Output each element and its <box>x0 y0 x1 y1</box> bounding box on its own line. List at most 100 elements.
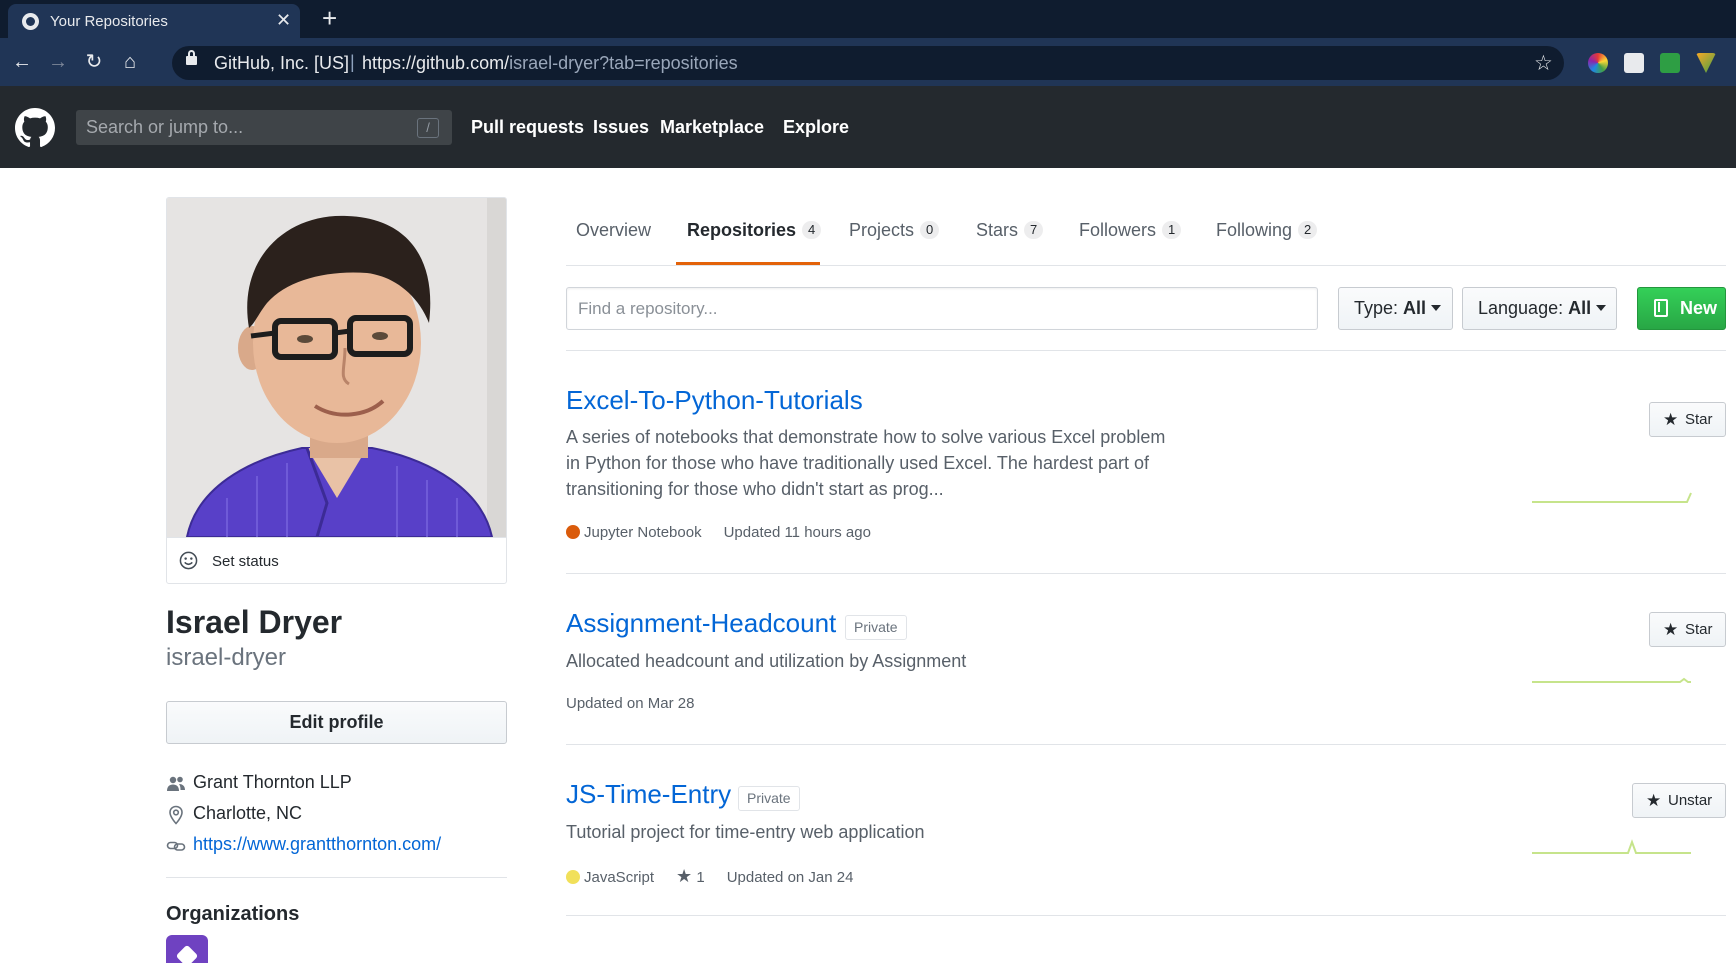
set-status-button[interactable]: Set status <box>167 537 506 583</box>
tab-projects[interactable]: Projects 0 <box>849 220 940 241</box>
activity-sparkline <box>1532 839 1691 854</box>
language-filter-prefix: Language: <box>1478 298 1564 318</box>
new-repository-button[interactable]: New <box>1637 287 1726 330</box>
tab-followers[interactable]: Followers 1 <box>1079 220 1182 241</box>
stars-count: 7 <box>1024 221 1044 239</box>
print-extension-icon[interactable] <box>1624 53 1644 73</box>
nav-issues[interactable]: Issues <box>593 117 649 138</box>
type-filter-prefix: Type: <box>1354 298 1399 318</box>
repo-name-link[interactable]: JS-Time-Entry <box>566 779 731 810</box>
set-status-label: Set status <box>212 553 279 570</box>
tab-followers-label: Followers <box>1079 220 1157 240</box>
website-link[interactable]: https://www.grantthornton.com/ <box>193 834 441 854</box>
company-text: Grant Thornton LLP <box>193 772 352 792</box>
star-icon: ★ <box>1663 620 1679 639</box>
new-tab-icon[interactable]: + <box>322 4 337 32</box>
private-badge: Private <box>738 786 800 811</box>
organizations-heading: Organizations <box>166 903 300 925</box>
followers-count: 1 <box>1162 221 1182 239</box>
repo-list-item: Assignment-Headcount Private Allocated h… <box>566 608 1726 745</box>
tab-following-label: Following <box>1216 220 1293 240</box>
github-header: / Pull requests Issues Marketplace Explo… <box>0 86 1736 168</box>
browser-tab-strip: Your Repositories ✕ + <box>0 0 1736 38</box>
address-bar[interactable]: GitHub, Inc. [US] | https://github.com/i… <box>172 46 1564 80</box>
repo-icon <box>1654 299 1668 317</box>
url-text[interactable]: https://github.com/israel-dryer?tab=repo… <box>362 53 738 74</box>
private-badge: Private <box>845 615 907 640</box>
tab-repositories[interactable]: Repositories 4 <box>687 220 822 241</box>
star-button-label: Star <box>1685 621 1713 638</box>
github-favicon-icon <box>22 13 39 30</box>
nav-explore[interactable]: Explore <box>783 117 849 138</box>
type-filter-select[interactable]: Type: All <box>1338 287 1453 330</box>
smiley-icon <box>179 551 198 570</box>
slash-shortcut-hint: / <box>417 118 439 138</box>
star-icon: ★ <box>676 866 693 886</box>
language-filter-select[interactable]: Language: All <box>1462 287 1617 330</box>
repo-meta: JavaScript ★ 1 Updated on Jan 24 <box>566 866 853 887</box>
color-picker-extension-icon[interactable] <box>1588 53 1608 73</box>
location-pin-icon <box>169 805 183 825</box>
repo-language: JavaScript <box>584 869 655 886</box>
url-host: https://github.com/ <box>362 53 510 73</box>
tab-following[interactable]: Following 2 <box>1216 220 1318 241</box>
search-input[interactable] <box>76 110 452 145</box>
close-tab-icon[interactable]: ✕ <box>276 9 291 31</box>
repo-language: Jupyter Notebook <box>584 524 702 541</box>
browser-tab[interactable]: Your Repositories ✕ <box>8 4 300 38</box>
find-repository-input[interactable] <box>566 287 1318 330</box>
repo-list-item: Excel-To-Python-Tutorials A series of no… <box>566 385 1726 574</box>
profile-divider <box>166 877 507 878</box>
repo-description: Tutorial project for time-entry web appl… <box>566 822 925 842</box>
profile-full-name: Israel Dryer <box>166 604 343 640</box>
browser-toolbar: ← → ↻ ⌂ GitHub, Inc. [US] | https://gith… <box>0 38 1736 86</box>
projects-count: 0 <box>920 221 940 239</box>
browser-tab-title: Your Repositories <box>50 13 168 30</box>
star-button-label: Star <box>1685 411 1713 428</box>
nav-pull-requests[interactable]: Pull requests <box>471 117 584 138</box>
repo-name-link[interactable]: Excel-To-Python-Tutorials <box>566 385 863 416</box>
repo-description: A series of notebooks that demonstrate h… <box>566 427 1166 499</box>
tab-stars[interactable]: Stars 7 <box>976 220 1044 241</box>
green-extension-icon[interactable] <box>1660 53 1680 73</box>
profile-tabs: Overview Repositories 4 Projects 0 Stars 7 … <box>566 196 1726 266</box>
organization-avatar[interactable] <box>166 935 208 963</box>
language-caret-icon <box>1596 305 1607 311</box>
star-button[interactable]: ★ Star <box>1649 402 1726 437</box>
profile-username: israel-dryer <box>166 644 287 671</box>
repo-meta: Jupyter Notebook Updated 11 hours ago <box>566 524 871 541</box>
github-logo-icon[interactable] <box>15 108 55 148</box>
repo-description: Allocated headcount and utilization by A… <box>566 651 967 671</box>
profile-avatar-card: Set status <box>166 197 507 584</box>
language-color-dot <box>566 870 580 884</box>
stargazers-link[interactable]: ★ 1 <box>676 866 705 886</box>
language-filter-value: All <box>1568 298 1592 318</box>
repo-updated: Updated on Jan 24 <box>726 869 854 886</box>
url-path: israel-dryer?tab=repositories <box>509 53 738 73</box>
link-icon <box>166 841 186 851</box>
home-icon[interactable]: ⌂ <box>116 48 144 76</box>
url-separator: | <box>350 52 355 72</box>
unstar-button[interactable]: ★ Unstar <box>1632 783 1726 818</box>
location-text: Charlotte, NC <box>193 803 303 823</box>
nav-marketplace[interactable]: Marketplace <box>660 117 764 138</box>
reload-icon[interactable]: ↻ <box>80 48 108 76</box>
forward-arrow-icon[interactable]: → <box>44 48 72 76</box>
certificate-org: GitHub, Inc. [US] <box>214 53 350 73</box>
filter-extension-icon[interactable] <box>1696 53 1716 73</box>
people-icon <box>167 776 185 791</box>
profile-avatar[interactable] <box>167 198 506 537</box>
tab-overview[interactable]: Overview <box>576 220 651 241</box>
star-button[interactable]: ★ Star <box>1649 612 1726 647</box>
type-filter-value: All <box>1403 298 1427 318</box>
unstar-button-label: Unstar <box>1668 792 1713 809</box>
language-color-dot <box>566 525 580 539</box>
repo-name-link[interactable]: Assignment-Headcount <box>566 608 836 639</box>
repo-updated: Updated 11 hours ago <box>723 524 871 541</box>
edit-profile-button[interactable]: Edit profile <box>166 701 507 744</box>
bookmark-star-icon[interactable]: ☆ <box>1534 51 1553 76</box>
repositories-count: 4 <box>802 221 822 239</box>
back-arrow-icon[interactable]: ← <box>8 48 36 76</box>
following-count: 2 <box>1298 221 1318 239</box>
star-icon: ★ <box>1646 791 1662 810</box>
